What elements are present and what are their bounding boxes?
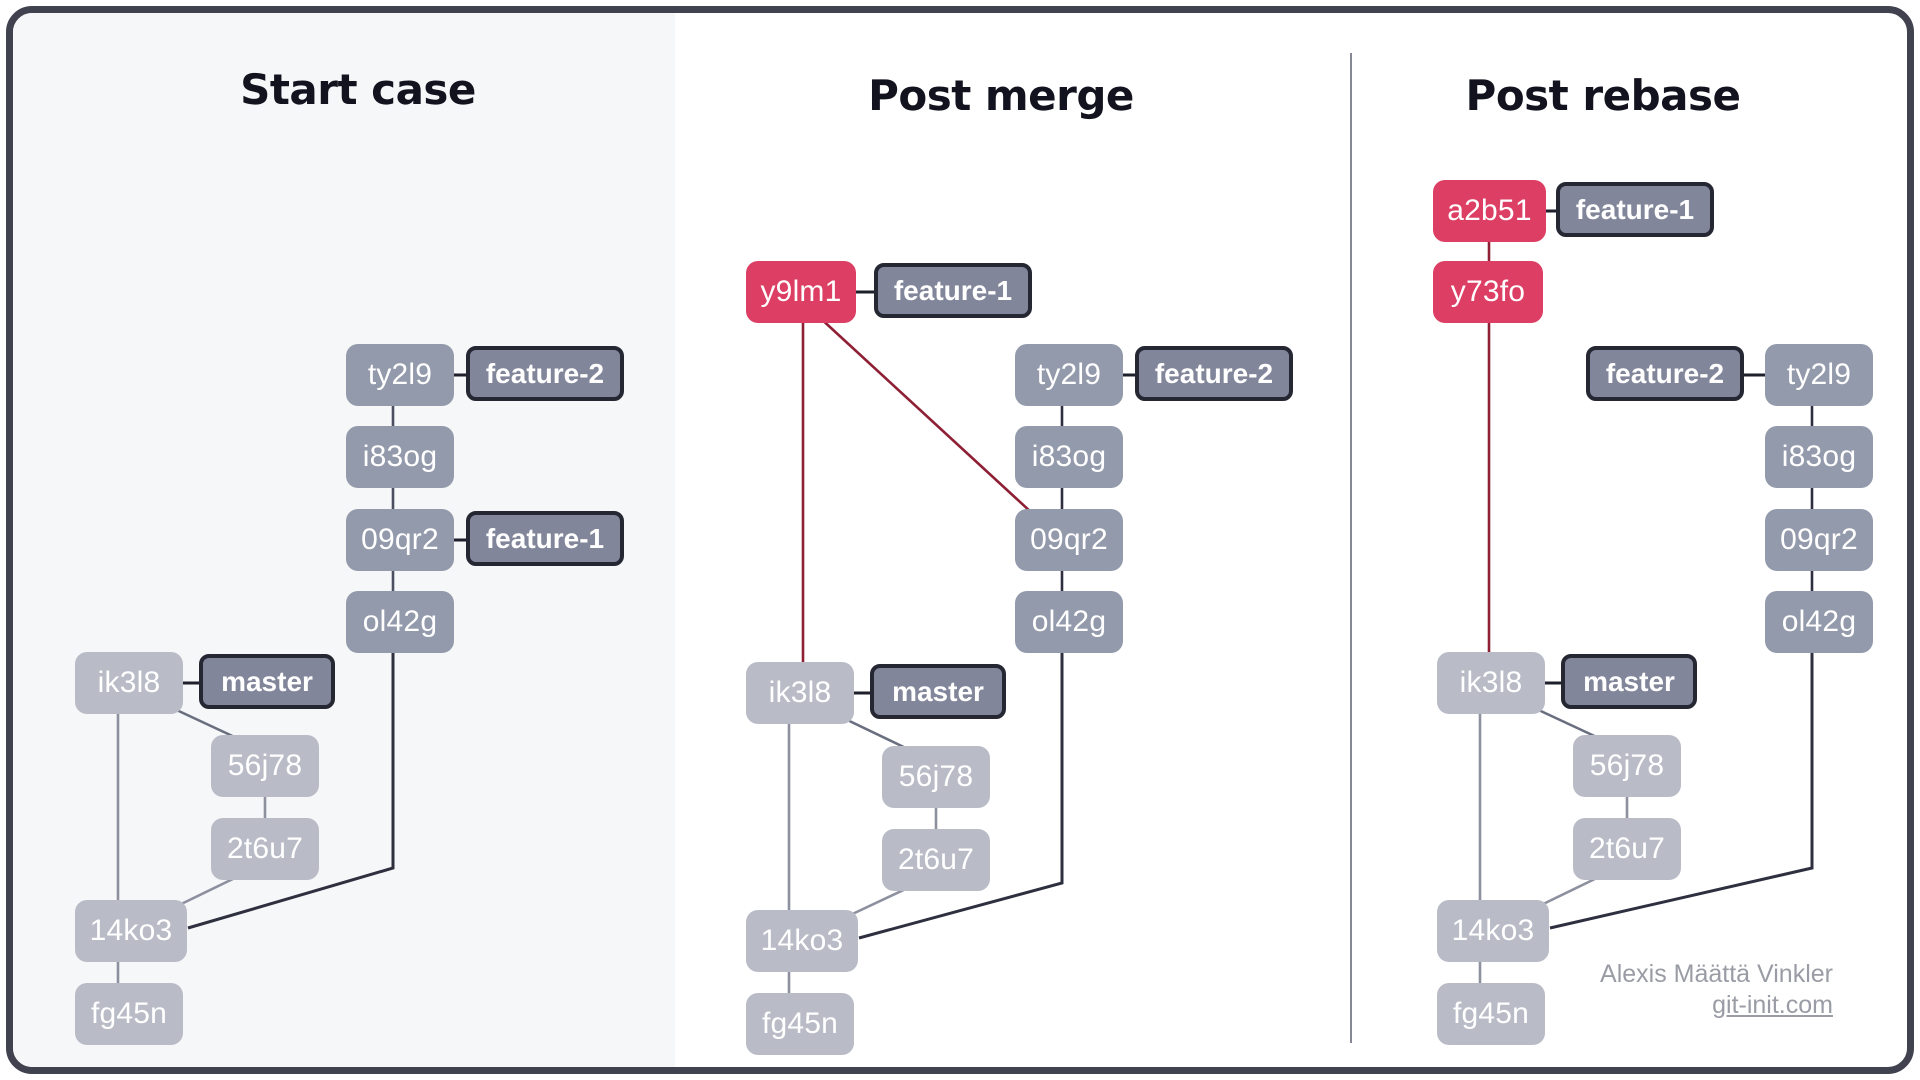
commit-node[interactable]: 2t6u7	[882, 829, 990, 891]
commit-node[interactable]: ik3l8	[1437, 652, 1545, 714]
commit-node[interactable]: 56j78	[882, 746, 990, 808]
commit-node[interactable]: 14ko3	[1437, 900, 1549, 962]
commit-node[interactable]: 09qr2	[1015, 509, 1123, 571]
commit-node[interactable]: a2b51	[1433, 180, 1546, 242]
branch-label-master[interactable]: master	[199, 654, 335, 709]
commit-node[interactable]: ik3l8	[746, 662, 854, 724]
commit-node[interactable]: ol42g	[1015, 591, 1123, 653]
commit-node[interactable]: 09qr2	[346, 509, 454, 571]
commit-node[interactable]: 14ko3	[75, 900, 187, 962]
diagram-canvas: Start case Post merge Post rebase ty2l9 …	[0, 0, 1920, 1080]
commit-node[interactable]: 2t6u7	[211, 818, 319, 880]
commit-node[interactable]: i83og	[346, 426, 454, 488]
commit-node[interactable]: ty2l9	[1765, 344, 1873, 406]
branch-label-feature-1[interactable]: feature-1	[466, 511, 624, 566]
edge-merge-y9lm1-09qr2	[817, 315, 1033, 514]
branch-label-feature-1[interactable]: feature-1	[1556, 182, 1714, 237]
panel-divider	[1350, 53, 1352, 1043]
commit-node[interactable]: y73fo	[1433, 261, 1543, 323]
panel-title-post-merge: Post merge	[868, 71, 1134, 120]
commit-node[interactable]: ty2l9	[346, 344, 454, 406]
attribution-site-link[interactable]: git-init.com	[1600, 990, 1833, 1021]
commit-node[interactable]: i83og	[1015, 426, 1123, 488]
commit-node[interactable]: 56j78	[1573, 735, 1681, 797]
panel-title-start-case: Start case	[240, 65, 476, 114]
commit-node[interactable]: 14ko3	[746, 910, 858, 972]
attribution-author: Alexis Määttä Vinkler	[1600, 959, 1833, 988]
commit-node[interactable]: ol42g	[346, 591, 454, 653]
commit-node[interactable]: y9lm1	[746, 261, 856, 323]
commit-node[interactable]: fg45n	[75, 983, 183, 1045]
commit-node[interactable]: ol42g	[1765, 591, 1873, 653]
branch-label-feature-2[interactable]: feature-2	[466, 346, 624, 401]
branch-label-feature-2[interactable]: feature-2	[1135, 346, 1293, 401]
branch-label-master[interactable]: master	[1561, 654, 1697, 709]
commit-node[interactable]: fg45n	[746, 993, 854, 1055]
commit-node[interactable]: 56j78	[211, 735, 319, 797]
commit-node[interactable]: 2t6u7	[1573, 818, 1681, 880]
diagram-frame: Start case Post merge Post rebase ty2l9 …	[6, 6, 1914, 1074]
branch-label-feature-1[interactable]: feature-1	[874, 263, 1032, 318]
commit-node[interactable]: i83og	[1765, 426, 1873, 488]
attribution: Alexis Määttä Vinkler git-init.com	[1600, 959, 1833, 1022]
commit-node[interactable]: 09qr2	[1765, 509, 1873, 571]
commit-node[interactable]: ik3l8	[75, 652, 183, 714]
branch-label-feature-2[interactable]: feature-2	[1586, 346, 1744, 401]
panel-title-post-rebase: Post rebase	[1465, 71, 1741, 120]
commit-node[interactable]: ty2l9	[1015, 344, 1123, 406]
branch-label-master[interactable]: master	[870, 664, 1006, 719]
commit-node[interactable]: fg45n	[1437, 983, 1545, 1045]
